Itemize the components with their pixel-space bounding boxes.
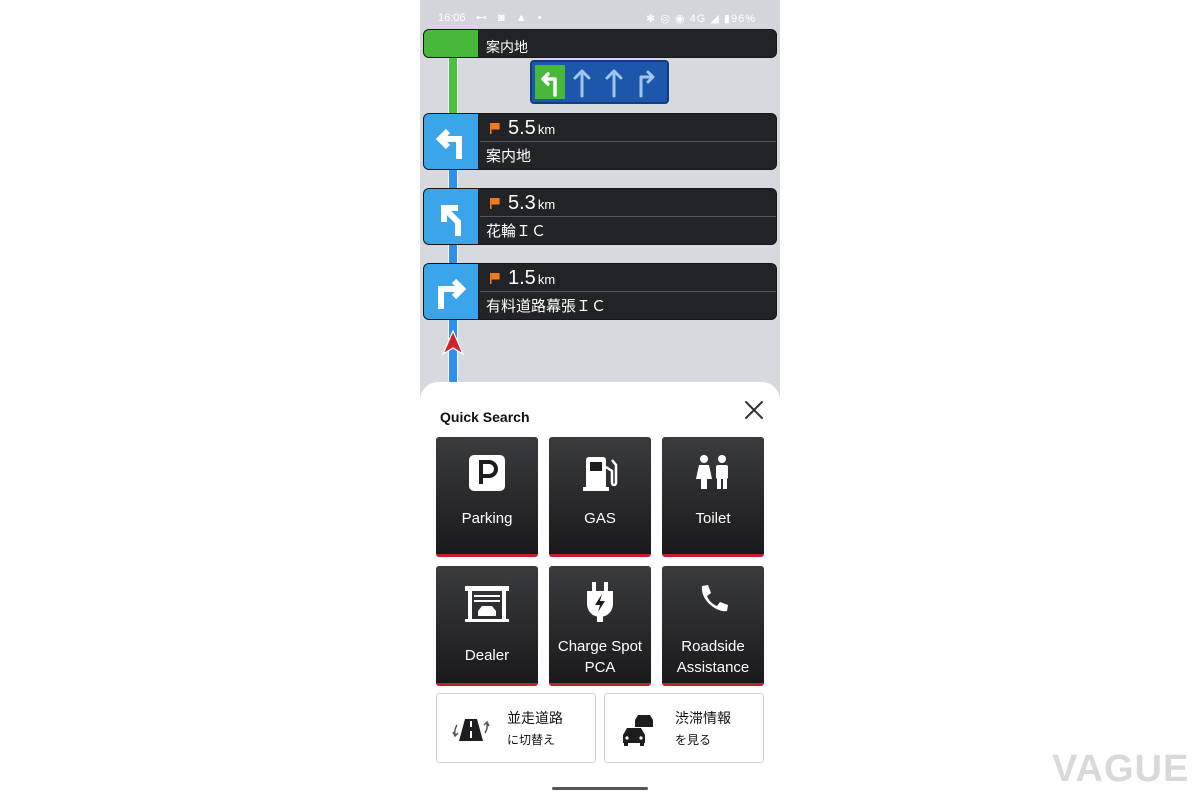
battery-label: 96% (730, 13, 756, 25)
gas-button[interactable]: GAS (549, 437, 651, 557)
parallel-road-button[interactable]: 並走道路 に切替え (436, 693, 596, 763)
lane-guidance (530, 60, 669, 104)
guide-card[interactable]: 1.5 km 有料道路幕張ＩＣ (424, 264, 776, 319)
guide-distance: 5.5 (508, 117, 536, 139)
tile-label: Toilet (695, 510, 731, 527)
dealer-button[interactable]: Dealer (436, 566, 538, 686)
tile-label-line2: PCA (584, 659, 616, 676)
button-label: 並走道路 (507, 710, 563, 726)
status-time: 16:06 (438, 12, 466, 24)
quick-search-sheet: Quick Search Parking GAS Toilet Dealer C… (420, 382, 780, 782)
tile-label: Parking (461, 510, 513, 527)
status-right: ✱ ◎ ◉ 4G ◢ ▮96% (646, 13, 756, 25)
turn-left-icon (435, 128, 462, 159)
toilet-button[interactable]: Toilet (662, 437, 764, 557)
turn-sign-green (424, 30, 479, 57)
slight-left-icon (441, 205, 461, 236)
guide-distance-unit: km (537, 197, 556, 212)
parking-button[interactable]: Parking (436, 437, 538, 557)
lane-straight-icon (605, 69, 623, 98)
turn-sign (424, 264, 479, 319)
traffic-info-button[interactable]: 渋滞情報 を見る (604, 693, 764, 763)
tile-label: GAS (584, 510, 616, 527)
guide-name: 案内地 (486, 148, 532, 165)
charge-plug-icon (587, 582, 613, 622)
tile-label-line2: Assistance (676, 659, 750, 676)
guide-distance-unit: km (537, 122, 556, 137)
roadside-assistance-button[interactable]: Roadside Assistance (662, 566, 764, 686)
guide-name: 花輪ＩＣ (486, 223, 547, 240)
gesture-bar (420, 782, 780, 800)
close-icon[interactable] (740, 396, 768, 424)
watermark-logo: VAGUE (1052, 748, 1190, 790)
button-label: 渋滞情報 (675, 710, 731, 726)
flag-icon (490, 273, 500, 284)
parking-icon (469, 455, 505, 491)
flag-icon (490, 123, 500, 134)
guide-distance-unit: km (537, 272, 556, 287)
guide-distance: 5.3 (508, 192, 536, 214)
lane-straight-right-icon (639, 70, 655, 98)
turn-sign (424, 114, 479, 169)
sheet-title: Quick Search (440, 409, 530, 425)
button-label-line2: に切替え (507, 733, 556, 747)
toilet-icon (696, 455, 728, 489)
dealer-icon (465, 586, 509, 622)
flag-icon (490, 198, 500, 209)
guide-name: 有料道路幕張ＩＣ (486, 298, 607, 315)
guide-card[interactable]: 5.3 km 花輪ＩＣ (424, 189, 776, 244)
guide-card-top[interactable]: 案内地 (424, 30, 776, 57)
tile-label: Charge Spot (557, 638, 643, 655)
turn-right-icon (438, 278, 467, 309)
tile-label: Roadside (681, 638, 745, 655)
current-position-arrow-icon (441, 330, 465, 356)
gesture-handle[interactable] (552, 787, 648, 790)
phone-screen: 16:06 ⊷ ◙ ▲ • ✱ ◎ ◉ 4G ◢ ▮96% 案内地 5.5 km… (420, 0, 780, 800)
traffic-jam-icon (623, 715, 653, 746)
phone-icon (701, 585, 728, 612)
network-label: 4G (689, 13, 707, 25)
button-label-line2: を見る (675, 733, 712, 747)
tile-label: Dealer (464, 647, 510, 664)
notification-icons: ⊷ ◙ ▲ • (476, 12, 546, 24)
gas-station-icon (583, 457, 618, 491)
charge-spot-button[interactable]: Charge Spot PCA (549, 566, 651, 686)
guide-name: 案内地 (486, 39, 528, 55)
lane-straight-icon (573, 69, 591, 98)
parallel-road-icon (452, 719, 490, 741)
guide-distance: 1.5 (508, 267, 536, 289)
lane-left-turn-icon (535, 65, 565, 99)
guide-card[interactable]: 5.5 km 案内地 (424, 114, 776, 169)
turn-sign (424, 189, 479, 244)
